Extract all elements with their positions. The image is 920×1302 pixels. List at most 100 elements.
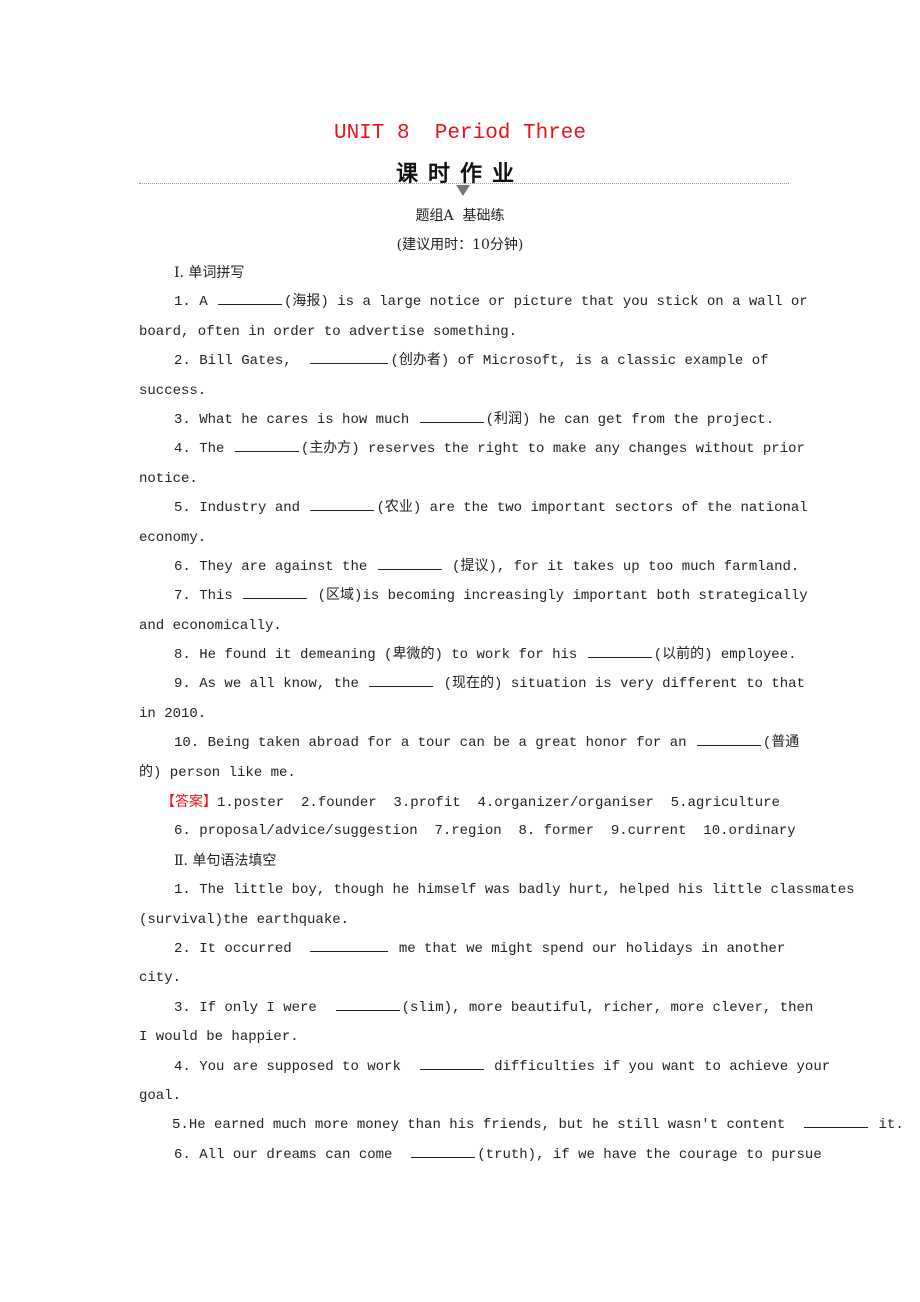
- exercise-content: Ⅰ. 单词拼写 1. A (海报) is a large notice or p…: [139, 259, 904, 1170]
- question-1-3: 3. What he cares is how much (利润) he can…: [139, 406, 799, 435]
- question-1-2-cont: success.: [139, 382, 207, 399]
- answer-blank[interactable]: [411, 1143, 476, 1158]
- question-text: Being taken abroad for a tour can be a g…: [207, 735, 695, 752]
- question-2-1-cont: (survival)the earthquake.: [139, 911, 350, 928]
- question-number: 9.: [174, 676, 191, 693]
- question-1-10-cont: 的) person like me.: [139, 764, 296, 781]
- question-2-4-cont: goal.: [139, 1087, 182, 1104]
- answer-blank[interactable]: [419, 408, 484, 423]
- question-2-2: 2. It occurred me that we might spend ou…: [139, 935, 799, 964]
- answer-blank[interactable]: [587, 643, 652, 659]
- question-text: What he cares is how much: [199, 411, 418, 428]
- question-number: 3.: [174, 411, 191, 428]
- question-number: 6.: [174, 558, 191, 575]
- question-text: He found it demeaning (卑微的) to work for …: [199, 647, 586, 664]
- question-1-5: 5. Industry and (农业) are the two importa…: [139, 494, 808, 523]
- answer-blank[interactable]: [234, 437, 299, 453]
- answer-blank[interactable]: [804, 1113, 869, 1129]
- question-2-1: 1. The little boy, though he himself was…: [139, 876, 855, 905]
- question-1-9: 9. As we all know, the (现在的) situation i…: [139, 670, 805, 699]
- question-text: He earned much more money than his frien…: [188, 1117, 794, 1134]
- answer-blank[interactable]: [377, 555, 442, 570]
- question-2-3-cont: I would be happier.: [139, 1029, 299, 1046]
- question-1-2: 2. Bill Gates, (创办者) of Microsoft, is a …: [139, 347, 799, 376]
- question-number: 8.: [174, 647, 191, 664]
- question-text: All our dreams can come: [199, 1146, 401, 1163]
- answer-blank[interactable]: [335, 996, 400, 1011]
- question-1-5-cont: economy.: [139, 529, 207, 546]
- question-text: (农业) are the two important sectors of th…: [376, 500, 808, 517]
- answer-tag: 【答案】: [161, 794, 217, 811]
- question-number: 4.: [174, 441, 191, 458]
- question-text: Industry and: [199, 500, 309, 517]
- question-2-5: 5.He earned much more money than his fri…: [139, 1111, 904, 1140]
- question-text: (普通: [762, 735, 800, 752]
- question-text: (创办者) of Microsoft, is a classic example…: [390, 353, 769, 370]
- answer-blank[interactable]: [419, 1055, 484, 1070]
- question-number: 1.: [174, 294, 191, 311]
- question-1-7-cont: and economically.: [139, 617, 282, 634]
- question-1-9-cont: in 2010.: [139, 705, 207, 722]
- question-text: (利润) he can get from the project.: [485, 411, 775, 428]
- question-2-2-cont: city.: [139, 970, 182, 987]
- question-number: 10.: [174, 735, 200, 752]
- question-2-6: 6. All our dreams can come (truth), if w…: [139, 1141, 822, 1170]
- title-divider: [139, 183, 789, 184]
- question-text: difficulties if you want to achieve your: [485, 1058, 831, 1075]
- question-number: 7.: [174, 588, 191, 605]
- question-text: The little boy, though he himself was ba…: [199, 882, 855, 899]
- question-text: (区域)is becoming increasingly important b…: [309, 588, 808, 605]
- answer-blank[interactable]: [218, 290, 283, 306]
- question-2-4: 4. You are supposed to work difficulties…: [139, 1053, 830, 1082]
- question-1-10: 10. Being taken abroad for a tour can be…: [139, 729, 799, 758]
- answer-blank[interactable]: [696, 731, 761, 747]
- answer-key-line-2: 6. proposal/advice/suggestion 7.region 8…: [174, 823, 796, 840]
- answer-blank[interactable]: [310, 349, 389, 365]
- time-hint: (建议用时：10分钟): [396, 237, 524, 253]
- question-text: (主办方) reserves the right to make any cha…: [300, 441, 805, 458]
- question-text: (以前的) employee.: [653, 647, 797, 664]
- question-1-1-cont: board, often in order to advertise somet…: [139, 323, 518, 340]
- answer-blank[interactable]: [310, 496, 375, 512]
- question-1-6: 6. They are against the (提议), for it tak…: [139, 553, 799, 582]
- group-title: 题组A 基础练: [415, 208, 505, 224]
- question-1-1: 1. A (海报) is a large notice or picture t…: [139, 288, 808, 317]
- question-number: 4.: [174, 1058, 191, 1075]
- question-2-3: 3. If only I were (slim), more beautiful…: [139, 994, 813, 1023]
- question-1-4: 4. The (主办方) reserves the right to make …: [139, 435, 805, 464]
- section-heading-spelling: Ⅰ. 单词拼写: [174, 265, 245, 281]
- question-number: 1.: [174, 882, 191, 899]
- question-1-7: 7. This (区域)is becoming increasingly imp…: [139, 582, 808, 611]
- question-number: 5.: [172, 1117, 189, 1134]
- question-number: 6.: [174, 1146, 191, 1163]
- question-text: (提议), for it takes up too much farmland.: [443, 558, 800, 575]
- answer-blank[interactable]: [310, 937, 389, 952]
- question-number: 2.: [174, 353, 191, 370]
- answer-blank[interactable]: [369, 672, 434, 688]
- question-text: (truth), if we have the courage to pursu…: [477, 1146, 822, 1163]
- question-text: (海报) is a large notice or picture that y…: [284, 294, 808, 311]
- question-text: It occurred: [199, 940, 301, 957]
- question-text: Bill Gates,: [199, 353, 301, 370]
- question-number: 2.: [174, 940, 191, 957]
- question-1-4-cont: notice.: [139, 470, 198, 487]
- question-number: 3.: [174, 999, 191, 1016]
- answer-blank[interactable]: [243, 584, 308, 600]
- question-number: 5.: [174, 500, 191, 517]
- question-text: me that we might spend our holidays in a…: [390, 940, 786, 957]
- question-text: They are against the: [199, 558, 376, 575]
- question-1-8: 8. He found it demeaning (卑微的) to work f…: [139, 641, 799, 670]
- question-text: This: [199, 588, 242, 605]
- question-text: If only I were: [199, 999, 326, 1016]
- section-heading-grammar: Ⅱ. 单句语法填空: [174, 852, 277, 869]
- question-text: (现在的) situation is very different to tha…: [435, 676, 805, 693]
- question-text: The: [199, 441, 233, 458]
- answer-key-line-1: 【答案】1.poster 2.founder 3.profit 4.organi…: [139, 788, 799, 817]
- question-text: (slim), more beautiful, richer, more cle…: [401, 999, 814, 1016]
- question-text: it.: [870, 1117, 904, 1134]
- question-text: As we all know, the: [199, 676, 368, 693]
- answer-key-text: 1.poster 2.founder 3.profit 4.organizer/…: [217, 795, 780, 812]
- question-text: You are supposed to work: [199, 1058, 410, 1075]
- question-text: A: [199, 294, 217, 311]
- document-page: UNIT 8 Period Three 课时作业 题组A 基础练 (建议用时：1…: [0, 0, 920, 1302]
